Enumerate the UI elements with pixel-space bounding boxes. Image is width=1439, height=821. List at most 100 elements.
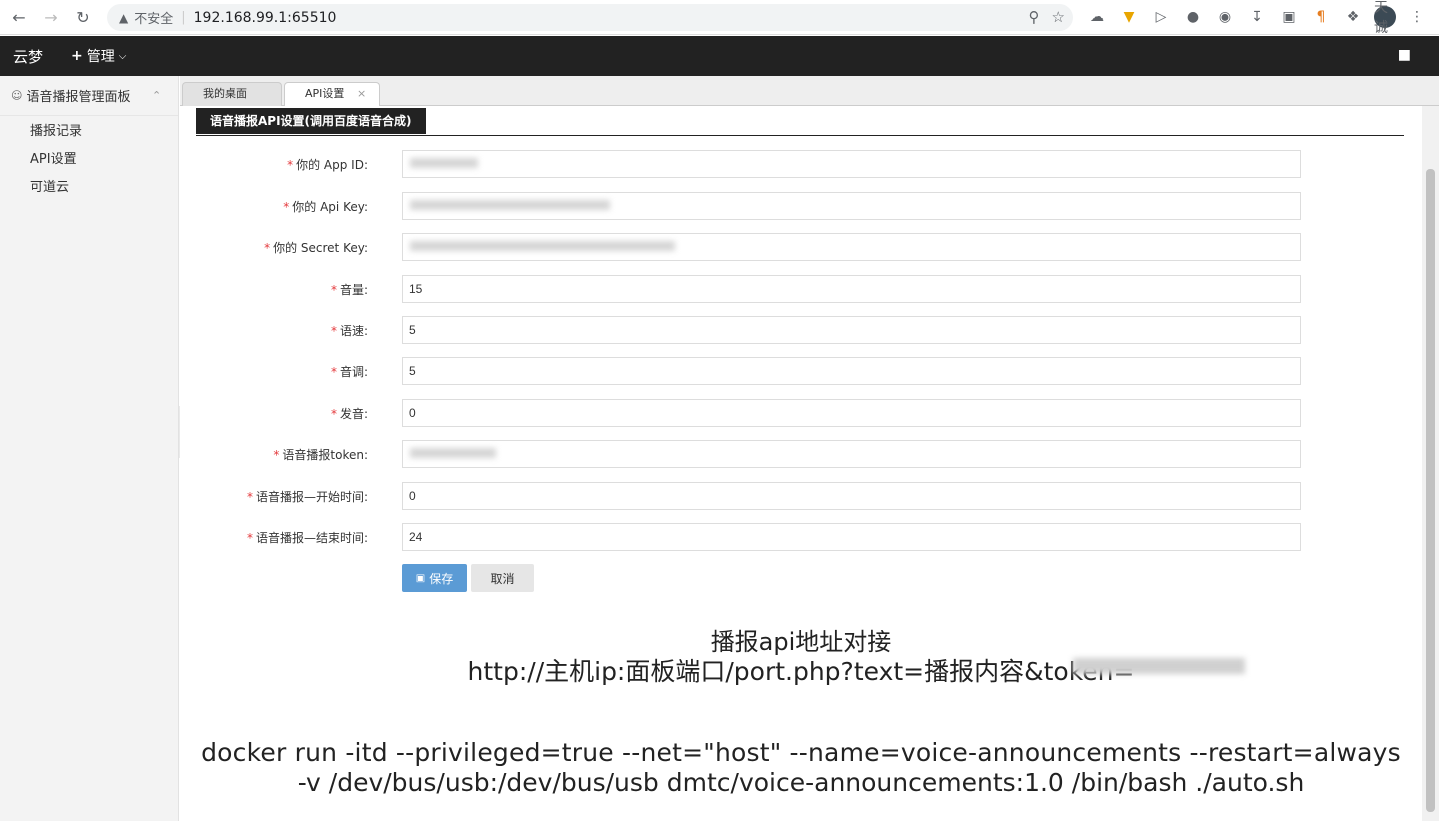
- tab-api-settings[interactable]: API设置 ×: [284, 82, 380, 107]
- form-row-pitch: * 音调: 5: [180, 357, 1422, 385]
- field-label: * 你的 Secret Key:: [264, 239, 368, 256]
- field-label-text: 语速:: [339, 324, 368, 338]
- browser-toolbar: ← → ↻ ▲ 不安全 | 192.168.99.1:65510 ⚲ ☆ ☁ ▼…: [0, 0, 1439, 36]
- form-row-secret-key: * 你的 Secret Key:: [180, 233, 1422, 261]
- zoom-icon[interactable]: ⚲: [1029, 8, 1040, 26]
- form-row-volume: * 音量: 15: [180, 275, 1422, 303]
- sidebar-item-kodcloud[interactable]: 可道云: [0, 174, 178, 202]
- play-icon[interactable]: ▷: [1150, 6, 1172, 28]
- url-text[interactable]: 192.168.99.1:65510: [194, 10, 337, 26]
- close-icon[interactable]: ×: [357, 83, 366, 105]
- token-input[interactable]: [402, 440, 1301, 468]
- tab-my-desktop[interactable]: 我的桌面: [182, 82, 282, 106]
- floppy-disk-icon: ▣: [415, 572, 426, 584]
- sidebar-item-broadcast-log[interactable]: 播报记录: [0, 118, 178, 146]
- divider: [196, 135, 1404, 136]
- sidebar: ☺ 语音播报管理面板 ⌃ 播报记录 API设置 可道云: [0, 76, 179, 821]
- pitch-input[interactable]: 5: [402, 357, 1301, 385]
- paragraph-icon[interactable]: ¶: [1310, 6, 1332, 28]
- chevron-down-icon: ⌵: [118, 50, 127, 62]
- save-button-label: 保存: [429, 571, 454, 586]
- download-icon[interactable]: ↧: [1246, 6, 1268, 28]
- start-time-input[interactable]: 0: [402, 482, 1301, 510]
- field-label-text: 语音播报—开始时间:: [255, 490, 368, 504]
- sidebar-panel-header[interactable]: ☺ 语音播报管理面板 ⌃: [0, 76, 178, 116]
- form-row-app-id: * 你的 App ID:: [180, 150, 1422, 178]
- voice-input[interactable]: 0: [402, 399, 1301, 427]
- required-mark: *: [287, 158, 294, 172]
- plus-icon: +: [71, 48, 83, 64]
- cloud-icon[interactable]: ☁: [1086, 6, 1108, 28]
- puzzle-icon[interactable]: ❖: [1342, 6, 1364, 28]
- end-time-input[interactable]: 24: [402, 523, 1301, 551]
- required-mark: *: [246, 531, 253, 545]
- field-label-text: 你的 Secret Key:: [273, 241, 368, 255]
- form-row-start-time: * 语音播报—开始时间: 0: [180, 482, 1422, 510]
- bookmark-star-icon[interactable]: ☆: [1052, 8, 1065, 26]
- main-content: 语音播报API设置(调用百度语音合成) * 你的 App ID: * 你的 Api …: [180, 106, 1422, 821]
- scrollbar-thumb[interactable]: [1426, 169, 1435, 812]
- field-label-text: 语音播报—结束时间:: [255, 531, 368, 545]
- field-label: * 你的 Api Key:: [283, 198, 368, 215]
- required-mark: *: [264, 241, 271, 255]
- sidebar-panel-title: 语音播报管理面板: [26, 90, 131, 105]
- field-label: * 语音播报token:: [273, 446, 368, 463]
- tshirt-icon[interactable]: ■: [1398, 47, 1411, 63]
- warning-icon: ▲: [119, 10, 129, 25]
- tab-label: 我的桌面: [203, 87, 247, 100]
- address-bar[interactable]: ▲ 不安全 | 192.168.99.1:65510 ⚲ ☆: [107, 4, 1073, 31]
- redacted-value: [410, 448, 496, 458]
- field-label: * 语速:: [331, 322, 368, 339]
- avatar[interactable]: 天诚: [1374, 0, 1396, 36]
- docker-command-line-2: -v /dev/bus/usb:/dev/bus/usb dmtc/voice-…: [297, 768, 1305, 797]
- required-mark: *: [330, 407, 337, 421]
- chevron-up-icon: ⌃: [152, 89, 162, 102]
- redacted-value: [410, 241, 675, 251]
- redacted-value: [410, 158, 478, 168]
- field-label: * 音量:: [331, 281, 368, 298]
- scrollbar[interactable]: [1422, 106, 1439, 821]
- field-label: * 发音:: [331, 405, 368, 422]
- field-label-text: 音调:: [339, 365, 368, 379]
- download-helper-icon[interactable]: ▼: [1118, 6, 1140, 28]
- cancel-button[interactable]: 取消: [471, 564, 534, 592]
- field-label-text: 你的 App ID:: [296, 158, 368, 172]
- required-mark: *: [273, 448, 280, 462]
- required-mark: *: [330, 283, 337, 297]
- form-row-api-key: * 你的 Api Key:: [180, 192, 1422, 220]
- redacted-value: [410, 200, 610, 210]
- required-mark: *: [246, 490, 253, 504]
- circle-arrow-icon[interactable]: ◉: [1214, 6, 1236, 28]
- sidebar-item-api-settings[interactable]: API设置: [0, 146, 178, 174]
- required-mark: *: [283, 200, 290, 214]
- volume-input[interactable]: 15: [402, 275, 1301, 303]
- more-menu-icon[interactable]: ⋮: [1406, 6, 1428, 28]
- brand-logo[interactable]: 云梦: [13, 46, 43, 67]
- user-icon: ☺: [11, 89, 23, 102]
- field-label: * 音调:: [331, 363, 368, 380]
- field-label-text: 你的 Api Key:: [292, 200, 368, 214]
- forward-icon[interactable]: →: [40, 6, 62, 28]
- manage-menu[interactable]: + 管理 ⌵: [71, 46, 126, 66]
- reload-icon[interactable]: ↻: [72, 6, 94, 28]
- screenshot-icon[interactable]: ▣: [1278, 6, 1300, 28]
- form-row-token: * 语音播报token:: [180, 440, 1422, 468]
- field-label-text: 发音:: [339, 407, 368, 421]
- form-row-end-time: * 语音播报—结束时间: 24: [180, 523, 1422, 551]
- redacted-token: [1073, 658, 1245, 674]
- manage-menu-label: 管理: [86, 49, 115, 65]
- speed-input[interactable]: 5: [402, 316, 1301, 344]
- circle-download-icon[interactable]: ●: [1182, 6, 1204, 28]
- save-button[interactable]: ▣ 保存: [402, 564, 467, 592]
- extensions-bar: ☁ ▼ ▷ ● ◉ ↧ ▣ ¶ ❖ 天诚 ⋮: [1086, 0, 1428, 36]
- required-mark: *: [330, 324, 337, 338]
- field-label: * 语音播报—结束时间:: [247, 529, 368, 546]
- field-label: * 你的 App ID:: [287, 156, 368, 173]
- insecure-label: 不安全: [134, 12, 174, 27]
- field-label-text: 语音播报token:: [282, 448, 368, 462]
- back-icon[interactable]: ←: [8, 6, 30, 28]
- tab-label: API设置: [305, 87, 345, 100]
- form-row-speed: * 语速: 5: [180, 316, 1422, 344]
- app-id-input[interactable]: [402, 150, 1301, 178]
- docker-command-line-1: docker run -itd --privileged=true --net=…: [201, 738, 1401, 767]
